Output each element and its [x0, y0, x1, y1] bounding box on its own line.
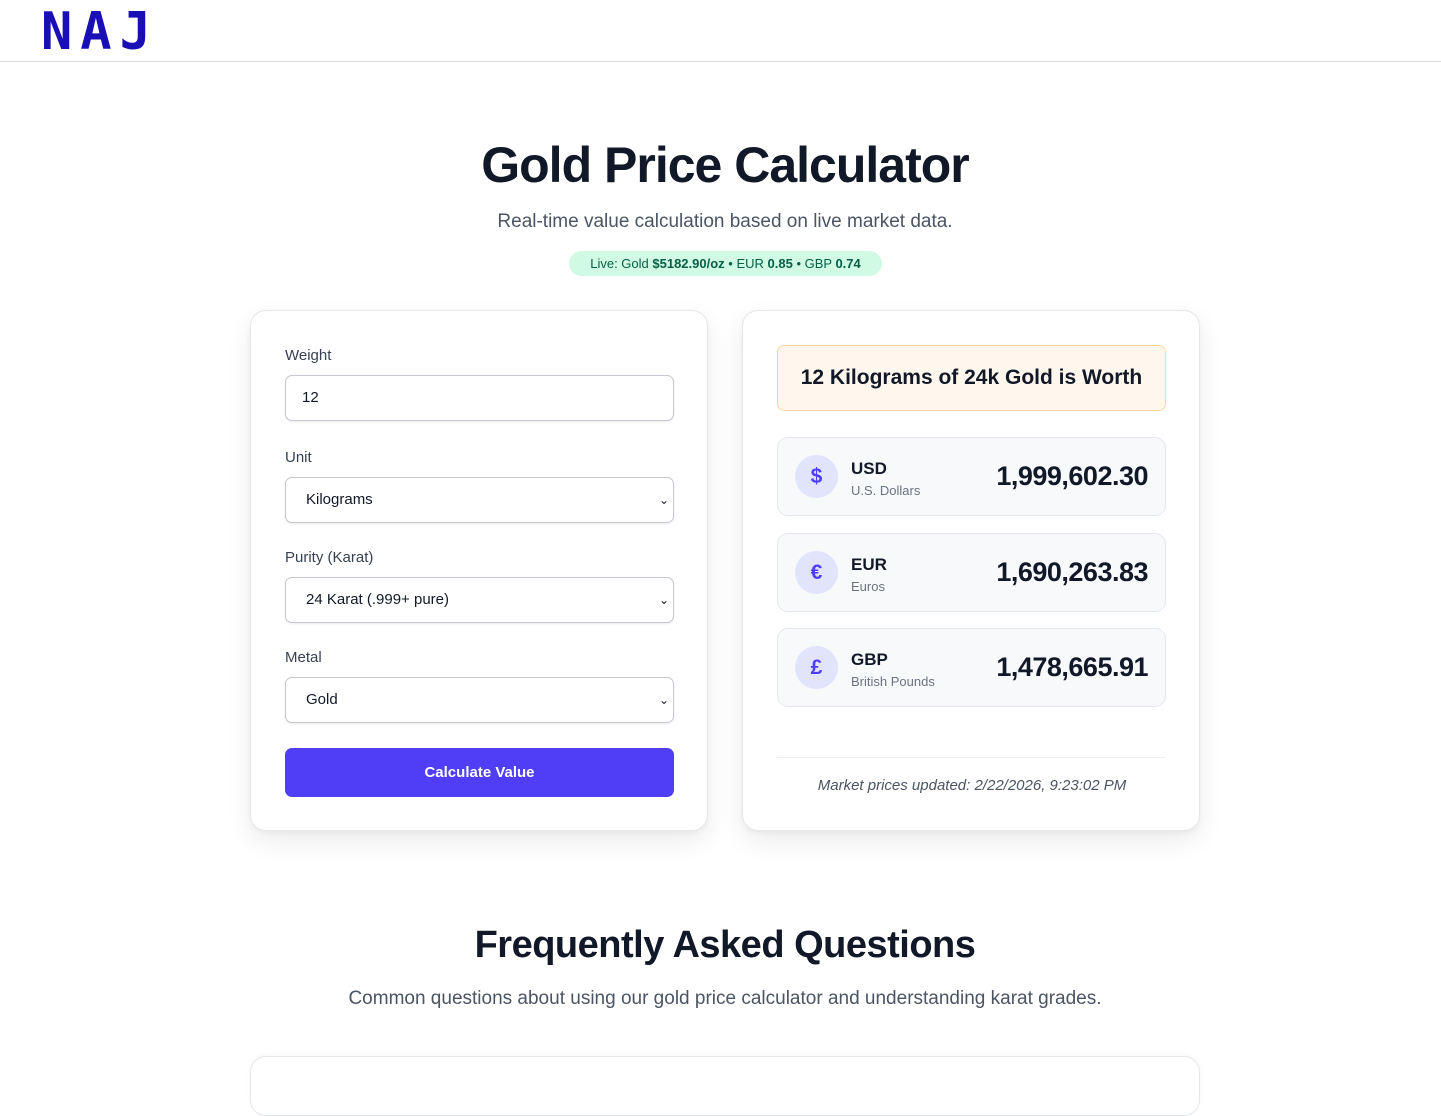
result-heading: 12 Kilograms of 24k Gold is Worth — [777, 345, 1166, 411]
faq-subtitle: Common questions about using our gold pr… — [348, 988, 1102, 1009]
unit-label: Unit — [285, 449, 312, 466]
divider — [777, 757, 1166, 758]
currency-code: GBP — [851, 650, 888, 669]
currency-name: U.S. Dollars — [851, 483, 921, 498]
currency-value: 1,478,665.91 — [996, 652, 1148, 682]
logo[interactable]: NAJ — [41, 4, 159, 60]
purity-select[interactable]: 24 Karat (.999+ pure) ⌄ — [285, 577, 674, 623]
dollar-icon: $ — [795, 455, 838, 498]
live-eur-rate: 0.85 — [767, 256, 793, 271]
metal-select-value: Gold — [306, 691, 338, 708]
unit-select-value: Kilograms — [306, 491, 373, 508]
metal-label: Metal — [285, 649, 322, 666]
currency-code: USD — [851, 459, 887, 478]
purity-label: Purity (Karat) — [285, 549, 374, 566]
weight-input[interactable]: 12 — [285, 375, 674, 421]
chevron-down-icon: ⌄ — [658, 693, 669, 707]
live-gold-price: $5182.90/oz — [652, 256, 725, 271]
currency-value: 1,690,263.83 — [996, 557, 1148, 587]
market-updated-timestamp: Market prices updated: 2/22/2026, 9:23:0… — [817, 777, 1127, 794]
chevron-down-icon: ⌄ — [658, 493, 669, 507]
purity-select-value: 24 Karat (.999+ pure) — [306, 591, 450, 608]
calculator-form-card: Weight 12 Unit Kilograms ⌄ Purity (Karat… — [250, 310, 708, 831]
pound-icon: £ — [795, 646, 838, 689]
page-subtitle: Real-time value calculation based on liv… — [497, 211, 953, 232]
live-gbp-rate: 0.74 — [835, 256, 861, 271]
chevron-down-icon: ⌄ — [658, 593, 669, 607]
euro-icon: € — [795, 551, 838, 594]
metal-select[interactable]: Gold ⌄ — [285, 677, 674, 723]
currency-row-usd: $ USD U.S. Dollars 1,999,602.30 — [777, 437, 1166, 516]
result-card: 12 Kilograms of 24k Gold is Worth $ USD … — [742, 310, 1200, 831]
currency-value: 1,999,602.30 — [996, 461, 1148, 491]
faq-title: Frequently Asked Questions — [474, 924, 976, 966]
faq-accordion[interactable] — [250, 1056, 1200, 1116]
live-price-badge: Live: Gold $5182.90/oz • EUR 0.85 • GBP … — [569, 251, 882, 276]
currency-row-eur: € EUR Euros 1,690,263.83 — [777, 533, 1166, 612]
live-prefix: Live: Gold — [590, 256, 653, 271]
weight-label: Weight — [285, 347, 332, 364]
calculate-button[interactable]: Calculate Value — [285, 748, 674, 797]
unit-select[interactable]: Kilograms ⌄ — [285, 477, 674, 523]
currency-row-gbp: £ GBP British Pounds 1,478,665.91 — [777, 628, 1166, 707]
live-gbp-label: • GBP — [792, 256, 836, 271]
currency-code: EUR — [851, 555, 887, 574]
page-title: Gold Price Calculator — [481, 137, 969, 193]
currency-name: British Pounds — [851, 674, 935, 689]
currency-name: Euros — [851, 579, 885, 594]
top-navbar: NAJ — [0, 0, 1441, 62]
live-eur-label: • EUR — [724, 256, 768, 271]
